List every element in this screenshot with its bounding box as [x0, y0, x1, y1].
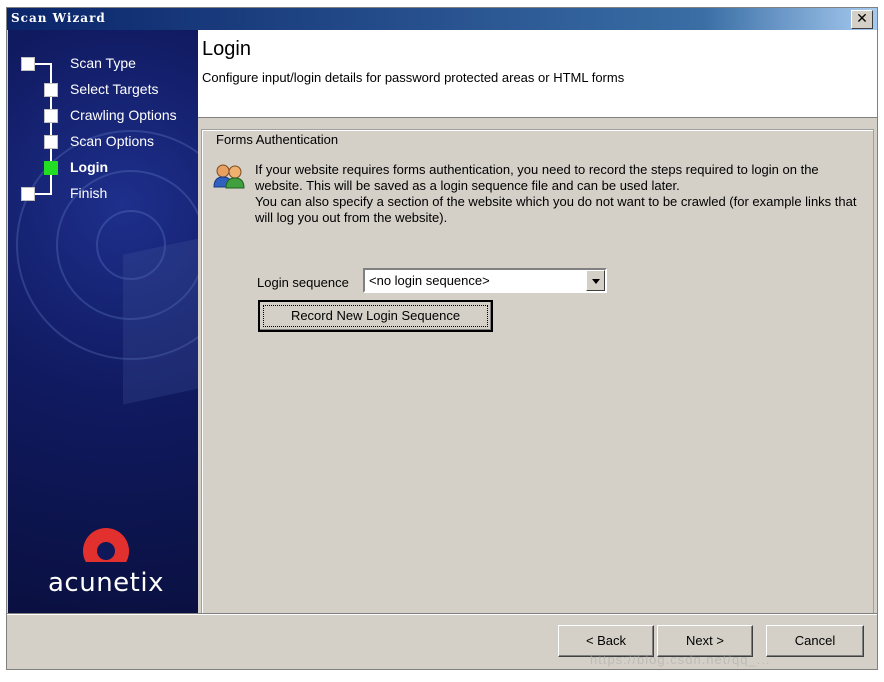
login-sequence-value: <no login sequence> — [369, 273, 490, 288]
step-label: Scan Options — [70, 133, 155, 149]
close-icon[interactable]: ✕ — [851, 10, 873, 29]
step-label: Scan Type — [70, 55, 136, 71]
page-header: Login Configure input/login details for … — [198, 30, 877, 118]
next-button-label: Next > — [686, 633, 724, 648]
watermark-text: https://blog.csdn.net/qq_... — [590, 652, 771, 667]
info-paragraph: You can also specify a section of the we… — [255, 194, 857, 225]
wizard-step-scan-options: Scan Options — [8, 131, 198, 153]
login-sequence-dropdown[interactable]: <no login sequence> — [363, 268, 607, 293]
record-login-sequence-button[interactable]: Record New Login Sequence — [258, 300, 493, 332]
shield-background-graphic — [123, 235, 198, 405]
wizard-content: Forms Authentication If your website req… — [198, 119, 877, 615]
wizard-step-finish: Finish — [8, 183, 198, 205]
step-status-icon — [21, 57, 35, 71]
wizard-step-crawling-options: Crawling Options — [8, 105, 198, 127]
login-sequence-label: Login sequence — [257, 275, 349, 290]
info-paragraph: If your website requires forms authentic… — [255, 162, 819, 193]
wizard-step-login: Login — [8, 157, 198, 179]
step-label: Crawling Options — [70, 107, 177, 123]
cancel-button-label: Cancel — [794, 633, 836, 648]
step-status-icon — [21, 187, 35, 201]
step-status-icon — [44, 83, 58, 97]
group-legend: Forms Authentication — [214, 132, 341, 147]
acunetix-logo-icon — [83, 528, 129, 563]
cancel-button[interactable]: Cancel — [766, 625, 864, 657]
step-status-icon — [44, 135, 58, 149]
step-label: Select Targets — [70, 81, 159, 97]
record-button-label: Record New Login Sequence — [290, 308, 461, 323]
logo-mark-hole — [97, 542, 115, 560]
users-icon — [213, 164, 245, 189]
page-description: Configure input/login details for passwo… — [202, 70, 625, 85]
screen: Scan Wizard ✕ Scan Type Select Targets C… — [0, 0, 884, 682]
page-title: Login — [202, 38, 251, 60]
forms-auth-info-text: If your website requires forms authentic… — [255, 162, 865, 226]
acunetix-logo: acunetix — [36, 528, 176, 598]
wizard-step-select-targets: Select Targets — [8, 79, 198, 101]
back-button-label: < Back — [585, 633, 627, 648]
step-label: Finish — [70, 185, 108, 201]
step-label: Login — [70, 159, 109, 175]
scan-wizard-window: Scan Wizard ✕ Scan Type Select Targets C… — [6, 7, 878, 670]
active-step-icon — [44, 161, 58, 175]
forms-authentication-group: Forms Authentication If your website req… — [201, 129, 874, 615]
title-bar: Scan Wizard ✕ — [7, 8, 877, 30]
window-title: Scan Wizard — [11, 11, 106, 25]
wizard-sidebar: Scan Type Select Targets Crawling Option… — [8, 30, 198, 613]
logo-text: acunetix — [48, 568, 164, 598]
chevron-down-icon[interactable] — [586, 270, 605, 291]
step-status-icon — [44, 109, 58, 123]
wizard-step-scan-type: Scan Type — [8, 53, 198, 75]
